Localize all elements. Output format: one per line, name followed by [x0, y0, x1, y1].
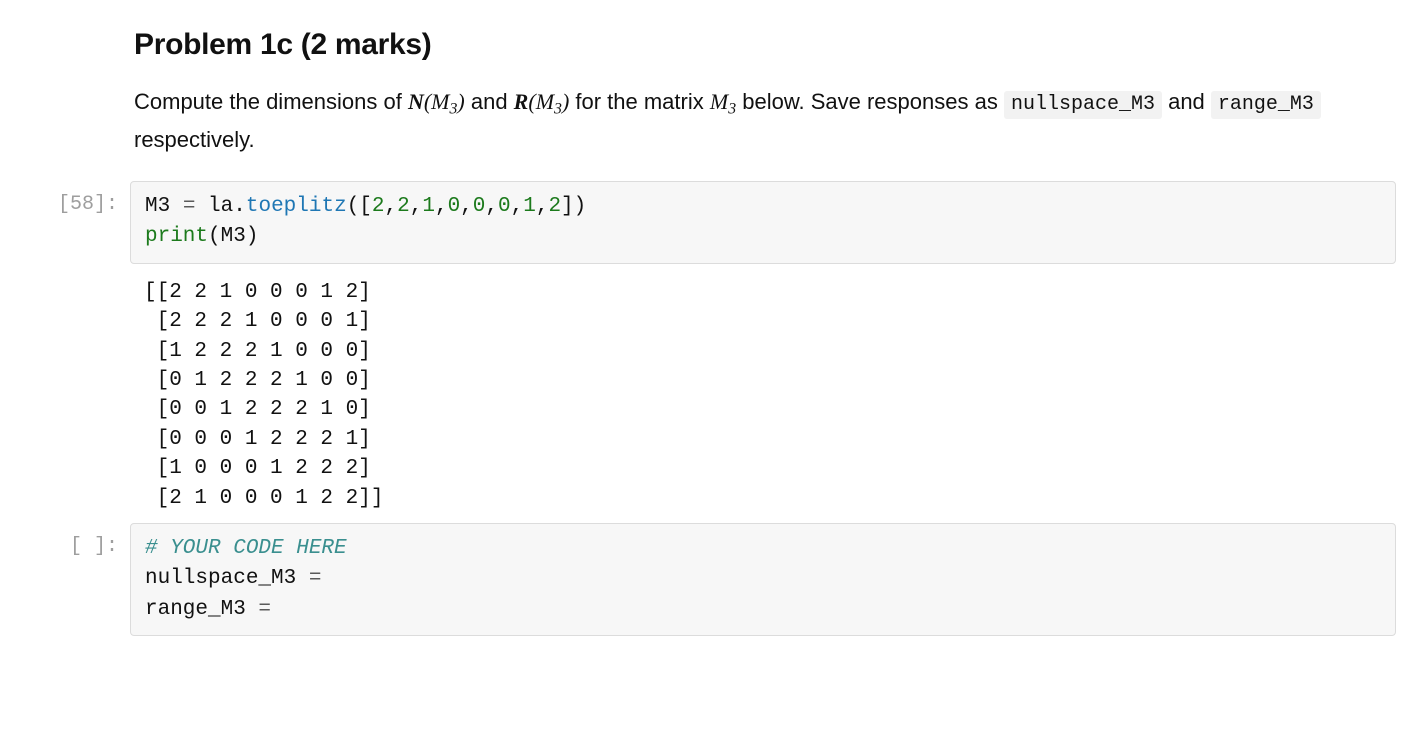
- stdout-output: [[2 2 1 0 0 0 1 2] [2 2 2 1 0 0 0 1] [1 …: [130, 268, 1396, 519]
- code-cell-empty: [ ]: # YOUR CODE HERE nullspace_M3 = ran…: [0, 523, 1416, 636]
- inline-code-nullspace: nullspace_M3: [1004, 91, 1162, 119]
- code-input[interactable]: # YOUR CODE HERE nullspace_M3 = range_M3…: [130, 523, 1396, 636]
- text: for the matrix: [569, 89, 710, 114]
- prompt-empty: [20, 20, 130, 30]
- output-cell-58: [[2 2 1 0 0 0 1 2] [2 2 2 1 0 0 0 1] [1 …: [0, 268, 1416, 519]
- math-r-m3: R(M3): [514, 89, 570, 114]
- text: and: [465, 89, 514, 114]
- problem-title: Problem 1c (2 marks): [134, 28, 1392, 62]
- jupyter-notebook: Problem 1c (2 marks) Compute the dimensi…: [0, 0, 1416, 676]
- math-n-m3: N(M3): [408, 89, 465, 114]
- input-prompt: [58]:: [20, 181, 130, 216]
- output-line: [[2 2 1 0 0 0 1 2]: [144, 281, 371, 304]
- input-prompt: [ ]:: [20, 523, 130, 558]
- markdown-content: Problem 1c (2 marks) Compute the dimensi…: [130, 20, 1396, 177]
- output-line: [0 1 2 2 2 1 0 0]: [144, 369, 371, 392]
- math-m3: M3: [710, 89, 736, 114]
- text: Compute the dimensions of: [134, 89, 408, 114]
- output-line: [2 2 2 1 0 0 0 1]: [144, 310, 371, 333]
- inline-code-range: range_M3: [1211, 91, 1321, 119]
- output-prompt-empty: [20, 268, 130, 278]
- code-cell-58: [58]: M3 = la.toeplitz([2,2,1,0,0,0,1,2]…: [0, 181, 1416, 264]
- text: below. Save responses as: [736, 89, 1004, 114]
- markdown-cell: Problem 1c (2 marks) Compute the dimensi…: [0, 20, 1416, 177]
- output-line: [1 2 2 2 1 0 0 0]: [144, 340, 371, 363]
- text: and: [1162, 89, 1211, 114]
- output-line: [1 0 0 0 1 2 2 2]: [144, 457, 371, 480]
- problem-text: Compute the dimensions of N(M3) and R(M3…: [134, 84, 1392, 157]
- text: respectively.: [134, 127, 255, 152]
- output-line: [0 0 1 2 2 2 1 0]: [144, 398, 371, 421]
- output-line: [2 1 0 0 0 1 2 2]]: [144, 487, 383, 510]
- code-input[interactable]: M3 = la.toeplitz([2,2,1,0,0,0,1,2]) prin…: [130, 181, 1396, 264]
- output-line: [0 0 0 1 2 2 2 1]: [144, 428, 371, 451]
